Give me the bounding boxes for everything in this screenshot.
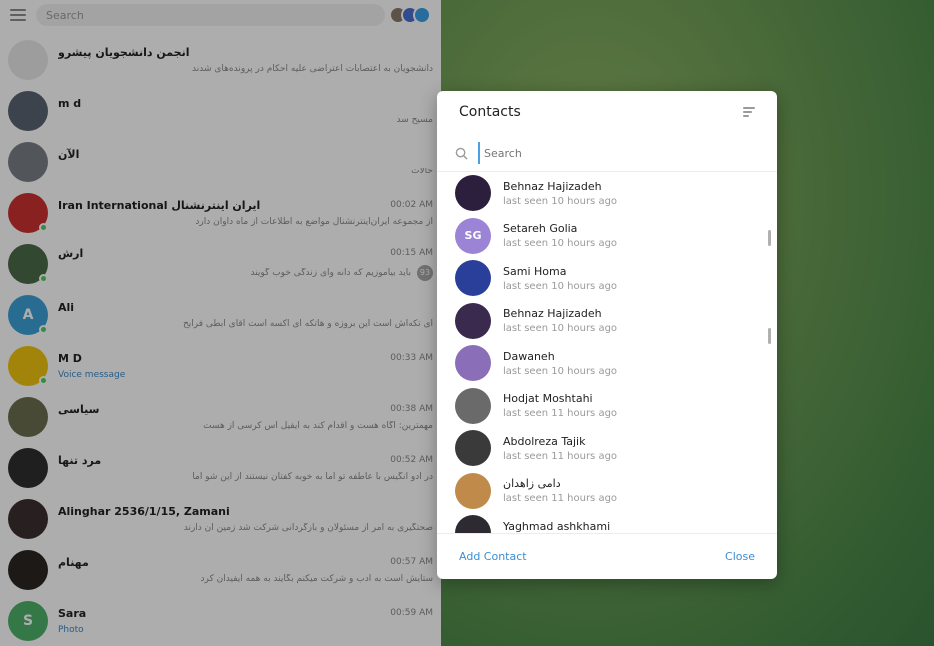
- avatar: [455, 387, 491, 424]
- contact-status: last seen 10 hours ago: [503, 365, 618, 377]
- contact-row[interactable]: Hodjat Moshtahi last seen 11 hours ago: [437, 385, 777, 428]
- sort-icon[interactable]: [743, 104, 759, 120]
- contacts-dialog: Contacts Behnaz Hajizadeh last seen 10 h…: [437, 91, 777, 579]
- contact-info: Sami Homa last seen 10 hours ago: [503, 265, 617, 292]
- contact-status: last seen 10 hours ago: [503, 238, 618, 250]
- avatar: [455, 515, 491, 533]
- contact-status: last seen 10 hours ago: [503, 280, 618, 292]
- contact-status: last seen 10 hours ago: [503, 323, 618, 335]
- avatar: SG: [455, 217, 491, 254]
- contact-name: Sami Homa: [503, 264, 567, 278]
- contact-status: last seen 11 hours ago: [503, 493, 618, 505]
- search-icon: [455, 147, 468, 160]
- contact-row[interactable]: SG Setareh Golia last seen 10 hours ago: [437, 215, 777, 258]
- contact-row[interactable]: Dawaneh last seen 10 hours ago: [437, 342, 777, 385]
- contact-row[interactable]: دامی زاهدان last seen 11 hours ago: [437, 470, 777, 513]
- contact-info: Behnaz Hajizadeh last seen 10 hours ago: [503, 307, 617, 334]
- contact-list[interactable]: Behnaz Hajizadeh last seen 10 hours ago …: [437, 171, 777, 533]
- avatar: [455, 430, 491, 467]
- contact-info: Behnaz Hajizadeh last seen 10 hours ago: [503, 180, 617, 207]
- contact-row[interactable]: Yaghmad ashkhami last seen 11 hours ago: [437, 512, 777, 533]
- avatar: [455, 345, 491, 382]
- scrollbar[interactable]: [768, 230, 771, 246]
- contact-name: Behnaz Hajizadeh: [503, 307, 602, 321]
- dialog-header: Contacts: [437, 91, 777, 133]
- contact-name: Setareh Golia: [503, 222, 578, 236]
- avatar: [455, 302, 491, 339]
- contact-name: Behnaz Hajizadeh: [503, 179, 602, 193]
- avatar-initials: SG: [464, 229, 482, 243]
- close-button[interactable]: Close: [725, 550, 755, 563]
- contact-info: Dawaneh last seen 10 hours ago: [503, 350, 617, 377]
- avatar: [455, 472, 491, 509]
- contact-status: last seen 10 hours ago: [503, 195, 618, 207]
- avatar: [455, 260, 491, 297]
- contact-name: Dawaneh: [503, 349, 555, 363]
- contact-status: last seen 11 hours ago: [503, 408, 618, 420]
- contact-info: دامی زاهدان last seen 11 hours ago: [503, 477, 617, 504]
- contact-row[interactable]: Abdolreza Tajik last seen 11 hours ago: [437, 427, 777, 470]
- dialog-title: Contacts: [459, 104, 521, 120]
- contact-info: Abdolreza Tajik last seen 11 hours ago: [503, 435, 617, 462]
- avatar: [455, 175, 491, 212]
- contact-row[interactable]: Sami Homa last seen 10 hours ago: [437, 257, 777, 300]
- scrollbar[interactable]: [768, 328, 771, 344]
- contact-name: دامی زاهدان: [503, 477, 561, 491]
- contacts-search-input[interactable]: [478, 142, 763, 164]
- contact-info: Yaghmad ashkhami last seen 11 hours ago: [503, 520, 617, 533]
- contact-name: Abdolreza Tajik: [503, 434, 586, 448]
- dialog-footer: Add Contact Close: [437, 533, 777, 579]
- contact-info: Setareh Golia last seen 10 hours ago: [503, 222, 617, 249]
- contact-row[interactable]: Behnaz Hajizadeh last seen 10 hours ago: [437, 300, 777, 343]
- contact-row[interactable]: Behnaz Hajizadeh last seen 10 hours ago: [437, 172, 777, 215]
- contacts-search[interactable]: [451, 139, 763, 167]
- add-contact-button[interactable]: Add Contact: [459, 550, 527, 563]
- contact-name: Hodjat Moshtahi: [503, 392, 593, 406]
- contact-status: last seen 11 hours ago: [503, 450, 618, 462]
- contact-name: Yaghmad ashkhami: [503, 519, 611, 533]
- contact-info: Hodjat Moshtahi last seen 11 hours ago: [503, 392, 617, 419]
